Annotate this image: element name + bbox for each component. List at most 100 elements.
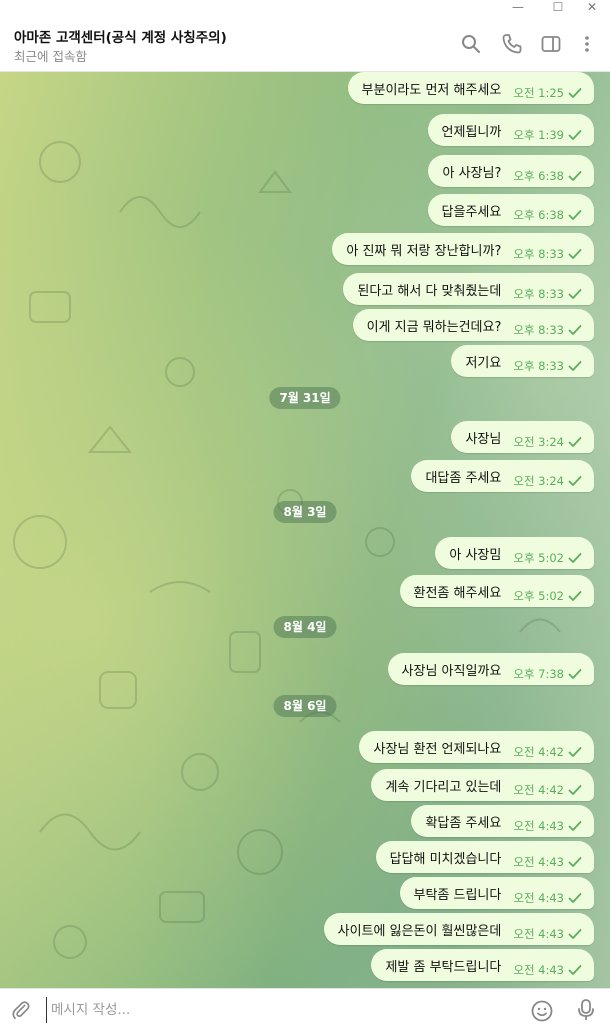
window-titlebar: — ☐ ✕ bbox=[0, 0, 610, 18]
message-time: 오전 4:43 bbox=[513, 855, 564, 869]
message-time: 오전 4:42 bbox=[513, 783, 564, 797]
message-text: 답답해 미치겠습니다 bbox=[389, 851, 502, 867]
sent-check-icon bbox=[568, 170, 582, 182]
message-text: 환전좀 해주세요 bbox=[413, 585, 502, 601]
sent-check-icon bbox=[568, 892, 582, 904]
minimize-button[interactable]: — bbox=[498, 0, 538, 18]
message-time: 오전 3:24 bbox=[513, 474, 564, 488]
message-meta: 오후 6:38 bbox=[513, 168, 582, 184]
message-text: 된다고 해서 다 맞춰줬는데 bbox=[357, 283, 502, 299]
message-text: 아 진짜 뭐 저랑 장난합니까? bbox=[346, 243, 502, 259]
message-meta: 오후 8:33 bbox=[513, 358, 582, 374]
date-separator: 8월 3일 bbox=[273, 501, 337, 523]
message-meta: 오후 8:33 bbox=[513, 322, 582, 338]
close-button[interactable]: ✕ bbox=[572, 0, 610, 18]
outgoing-message[interactable]: 부탁좀 드립니다 오전 4:43 bbox=[399, 877, 594, 909]
more-vertical-icon[interactable] bbox=[575, 32, 599, 56]
message-text: 부탁좀 드립니다 bbox=[413, 887, 502, 903]
outgoing-message[interactable]: 언제됩니까 오후 1:39 bbox=[427, 114, 594, 146]
outgoing-message[interactable]: 저기요 오후 8:33 bbox=[451, 345, 594, 377]
chat-title[interactable]: 아마존 고객센터(공식 계정 사칭주의) bbox=[14, 26, 227, 46]
message-time: 오전 4:43 bbox=[513, 927, 564, 941]
message-text: 확답좀 주세요 bbox=[425, 815, 502, 831]
outgoing-message[interactable]: 아 진짜 뭐 저랑 장난합니까? 오후 8:33 bbox=[332, 233, 594, 265]
message-time: 오전 4:43 bbox=[513, 963, 564, 977]
message-time: 오후 8:33 bbox=[513, 287, 564, 301]
outgoing-message[interactable]: 이게 지금 뭐하는건데요? 오후 8:33 bbox=[352, 309, 594, 341]
message-text: 사장님 bbox=[465, 431, 502, 447]
phone-icon[interactable] bbox=[500, 32, 524, 56]
sent-check-icon bbox=[568, 590, 582, 602]
chat-header: 아마존 고객센터(공식 계정 사칭주의) 최근에 접속함 bbox=[0, 18, 610, 72]
outgoing-message[interactable]: 사장님 환전 언제되나요 오전 4:42 bbox=[359, 731, 594, 763]
message-time: 오후 7:38 bbox=[513, 667, 564, 681]
sent-check-icon bbox=[568, 129, 582, 141]
message-meta: 오전 3:24 bbox=[513, 473, 582, 489]
message-time: 오후 8:33 bbox=[513, 247, 564, 261]
outgoing-message[interactable]: 대답좀 주세요 오전 3:24 bbox=[411, 460, 594, 492]
message-time: 오후 8:33 bbox=[513, 359, 564, 373]
message-time: 오후 8:33 bbox=[513, 323, 564, 337]
message-text: 아 사장님? bbox=[442, 165, 502, 181]
message-meta: 오전 4:43 bbox=[513, 818, 582, 834]
outgoing-message[interactable]: 사장님 오전 3:24 bbox=[451, 421, 594, 453]
microphone-icon[interactable] bbox=[575, 998, 597, 1022]
outgoing-message[interactable]: 답을주세요 오후 6:38 bbox=[427, 194, 594, 226]
sent-check-icon bbox=[568, 784, 582, 796]
message-meta: 오후 8:33 bbox=[513, 286, 582, 302]
outgoing-message[interactable]: 계속 기다리고 있는데 오전 4:42 bbox=[371, 769, 594, 801]
message-input[interactable] bbox=[46, 997, 506, 1023]
sidebar-icon[interactable] bbox=[539, 32, 563, 56]
outgoing-message[interactable]: 아 사장님? 오후 6:38 bbox=[428, 155, 594, 187]
message-time: 오전 1:25 bbox=[513, 86, 564, 100]
attach-icon[interactable] bbox=[10, 999, 32, 1021]
message-meta: 오후 1:39 bbox=[513, 127, 582, 143]
message-time: 오후 6:38 bbox=[513, 208, 564, 222]
sent-check-icon bbox=[568, 475, 582, 487]
sent-check-icon bbox=[568, 209, 582, 221]
message-meta: 오전 4:43 bbox=[513, 890, 582, 906]
outgoing-message[interactable]: 부분이라도 먼저 해주세오 오전 1:25 bbox=[347, 72, 594, 104]
sent-check-icon bbox=[568, 856, 582, 868]
emoji-icon[interactable] bbox=[530, 999, 554, 1023]
outgoing-message[interactable]: 사이트에 잃은돈이 훨씬많은데 오전 4:43 bbox=[323, 913, 594, 945]
outgoing-message[interactable]: 확답좀 주세요 오전 4:43 bbox=[411, 805, 594, 837]
message-text: 아 사장밈 bbox=[449, 547, 502, 563]
chat-history[interactable]: 부분이라도 먼저 해주세오 오전 1:25 언제됩니까 오후 1:39 아 사장님? 오후… bbox=[0, 72, 610, 988]
message-text: 대답좀 주세요 bbox=[425, 470, 502, 486]
chat-status: 최근에 접속함 bbox=[14, 49, 87, 64]
sent-check-icon bbox=[568, 360, 582, 372]
search-icon[interactable] bbox=[459, 32, 483, 56]
message-text: 저기요 bbox=[465, 355, 502, 371]
outgoing-message[interactable]: 답답해 미치겠습니다 오전 4:43 bbox=[375, 841, 594, 873]
message-time: 오후 1:39 bbox=[513, 128, 564, 142]
message-text: 제발 좀 부탁드립니다 bbox=[385, 959, 502, 975]
sent-check-icon bbox=[568, 746, 582, 758]
message-text: 이게 지금 뭐하는건데요? bbox=[366, 319, 502, 335]
message-text: 사장님 환전 언제되나요 bbox=[373, 741, 502, 757]
message-time: 오전 4:43 bbox=[513, 891, 564, 905]
date-separator: 7월 31일 bbox=[269, 387, 341, 409]
outgoing-message[interactable]: 환전좀 해주세요 오후 5:02 bbox=[399, 575, 594, 607]
sent-check-icon bbox=[568, 248, 582, 260]
sent-check-icon bbox=[568, 87, 582, 99]
message-time: 오후 5:02 bbox=[513, 551, 564, 565]
message-time: 오후 5:02 bbox=[513, 589, 564, 603]
message-meta: 오전 1:25 bbox=[513, 85, 582, 101]
message-meta: 오전 4:43 bbox=[513, 854, 582, 870]
date-separator: 8월 6일 bbox=[273, 695, 337, 717]
sent-check-icon bbox=[568, 288, 582, 300]
outgoing-message[interactable]: 제발 좀 부탁드립니다 오전 4:43 bbox=[371, 949, 594, 981]
message-text: 사장님 아직일까요 bbox=[401, 663, 502, 679]
message-meta: 오후 5:02 bbox=[513, 588, 582, 604]
outgoing-message[interactable]: 사장님 아직일까요 오후 7:38 bbox=[387, 653, 594, 685]
message-time: 오후 6:38 bbox=[513, 169, 564, 183]
message-text: 언제됩니까 bbox=[441, 124, 502, 140]
message-time: 오전 4:42 bbox=[513, 745, 564, 759]
sent-check-icon bbox=[568, 552, 582, 564]
sent-check-icon bbox=[568, 964, 582, 976]
outgoing-message[interactable]: 된다고 해서 다 맞춰줬는데 오후 8:33 bbox=[343, 273, 594, 305]
message-meta: 오후 7:38 bbox=[513, 666, 582, 682]
outgoing-message[interactable]: 아 사장밈 오후 5:02 bbox=[435, 537, 594, 569]
message-text: 계속 기다리고 있는데 bbox=[385, 779, 502, 795]
